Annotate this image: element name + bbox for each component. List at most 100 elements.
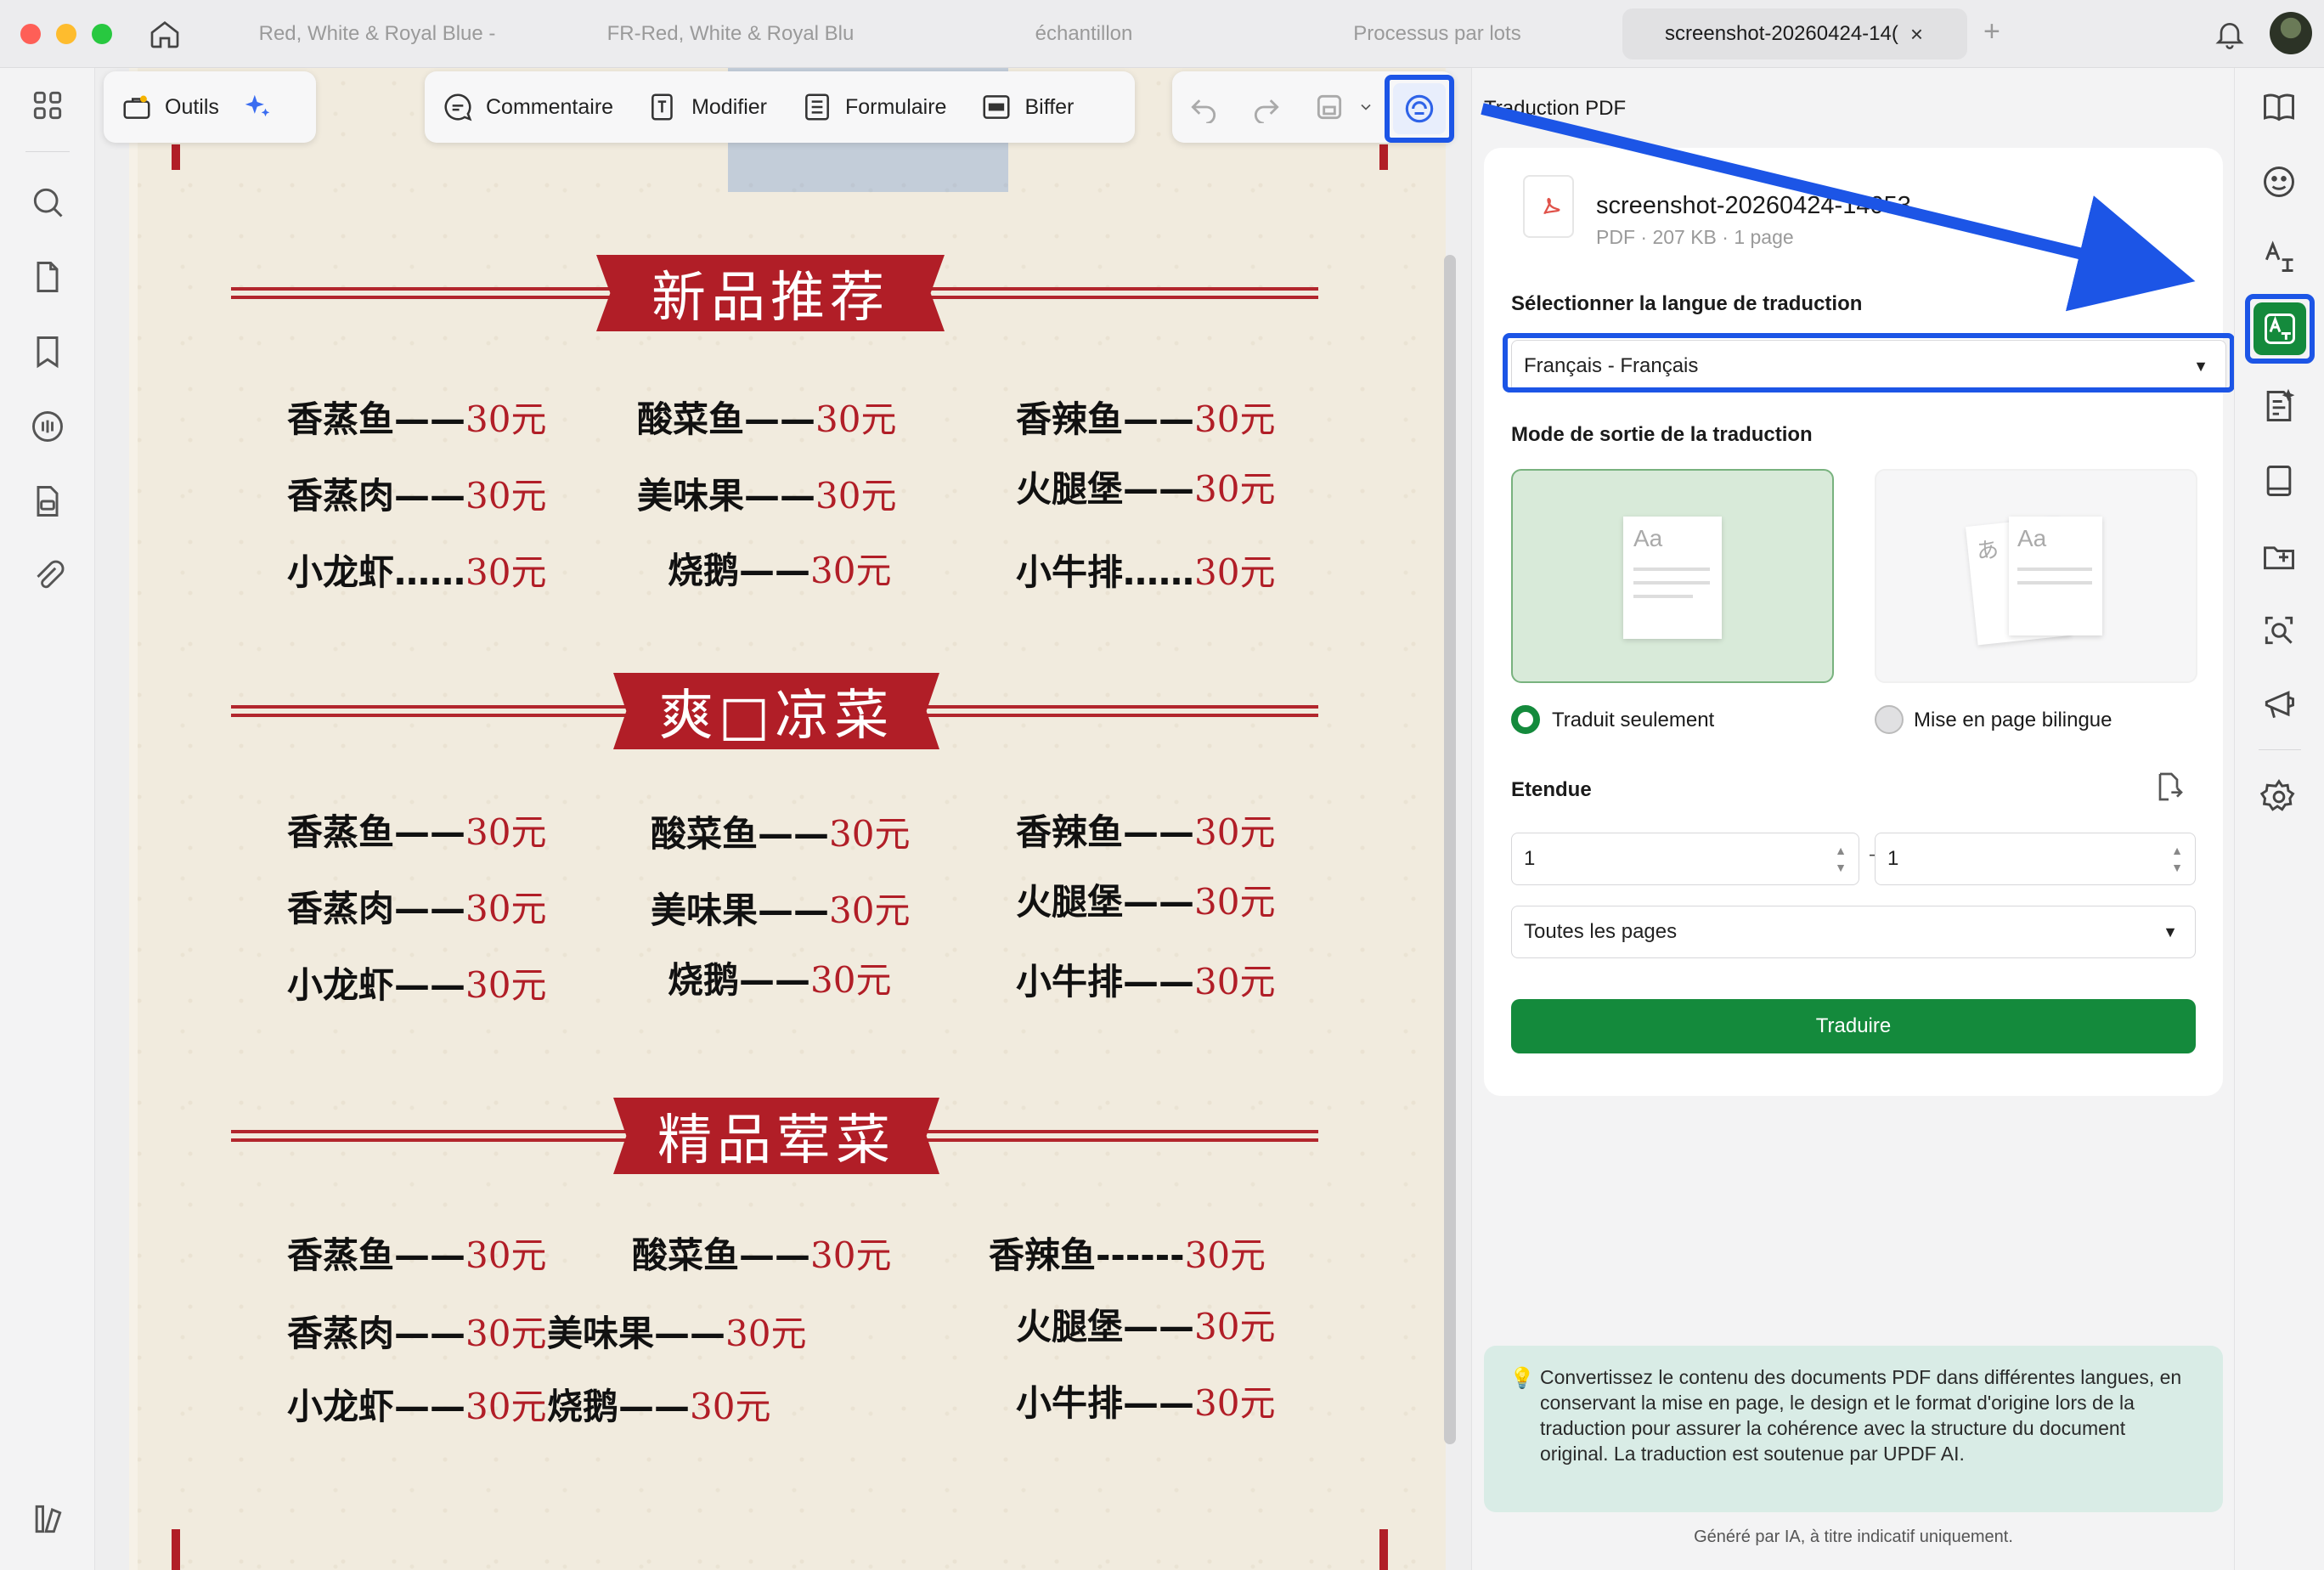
menu-item: 烧鹅——30元: [547, 1378, 770, 1430]
dish-price: 30元: [810, 959, 892, 1001]
search-icon[interactable]: [29, 184, 66, 221]
tab-processus-par-lots[interactable]: Processus par lots: [1267, 8, 1607, 59]
comment-icon: [444, 93, 472, 121]
tab-screenshot-active[interactable]: screenshot-20260424-14( ×: [1622, 8, 1967, 59]
language-label: Sélectionner la langue de traduction: [1511, 292, 1863, 315]
range-from-input[interactable]: 1 ▲ ▼: [1511, 833, 1859, 885]
grid-icon[interactable]: [29, 87, 66, 124]
close-tab-icon[interactable]: ×: [1910, 21, 1923, 48]
range-from-value: 1: [1524, 847, 1536, 870]
thumb-line: [1633, 568, 1710, 571]
document-viewer[interactable]: 新品推荐 香蒸鱼——30元 酸菜鱼——30元 香辣鱼——30元 香蒸肉——30元…: [95, 68, 1471, 1570]
pages-value: Toutes les pages: [1524, 920, 1678, 943]
form-icon: [805, 93, 829, 121]
edit-toolbar: Commentaire Modifier Formulaire Biffer: [425, 71, 1135, 143]
dish-price: 30元: [1194, 468, 1276, 510]
dish-name: 小龙虾——: [287, 1386, 466, 1427]
section-title-1: 新品推荐: [596, 255, 945, 331]
scan-search-icon[interactable]: [2260, 612, 2298, 649]
page-border-post: [172, 144, 180, 170]
form-fields-icon[interactable]: [29, 483, 66, 520]
translated-only-radio[interactable]: [1511, 705, 1540, 734]
range-to-stepper[interactable]: ▲ ▼: [2171, 842, 2183, 876]
redo-button[interactable]: [1235, 82, 1298, 133]
bookmark-icon[interactable]: [29, 333, 66, 370]
edit-label: Modifier: [691, 94, 767, 119]
pdf-page: 新品推荐 香蒸鱼——30元 酸菜鱼——30元 香辣鱼——30元 香蒸肉——30元…: [129, 68, 1446, 1570]
right-bar-divider: [2259, 749, 2301, 750]
new-tab-button[interactable]: +: [1983, 15, 2000, 48]
section-banner-1: 新品推荐: [231, 255, 1318, 331]
dish-price: 30元: [465, 1234, 547, 1276]
file-meta: PDF · 207 KB · 1 page: [1596, 226, 1794, 248]
settings-icon[interactable]: [2260, 778, 2298, 816]
range-label: Etendue: [1511, 778, 1592, 801]
dish-price: 30元: [1194, 398, 1276, 440]
dish-name: 小牛排——: [1016, 961, 1195, 1002]
file-name: screenshot-20260424-14053: [1596, 192, 1911, 219]
ai-chat-icon[interactable]: [2260, 163, 2298, 200]
layers-icon[interactable]: [29, 1500, 66, 1538]
mode-translated-only-card[interactable]: Aa: [1511, 469, 1834, 683]
form-button[interactable]: Formulaire: [784, 82, 963, 133]
ai-sparkle-button[interactable]: [236, 82, 279, 133]
dish-name: 香蒸肉——: [287, 475, 466, 517]
undo-button[interactable]: [1172, 82, 1235, 133]
pages-select[interactable]: Toutes les pages ▼: [1511, 906, 2196, 958]
translate-tool-button[interactable]: [2253, 302, 2306, 355]
book-icon[interactable]: [2260, 462, 2298, 500]
translate-button[interactable]: Traduire: [1511, 999, 2196, 1053]
avatar[interactable]: [2270, 12, 2312, 54]
scrollbar[interactable]: [1444, 255, 1456, 1444]
tab-fr-red-white-royal-blue[interactable]: FR-Red, White & Royal Blu: [561, 8, 900, 59]
dish-price: 30元: [815, 475, 897, 517]
minimize-window-button[interactable]: [56, 24, 76, 44]
range-from-stepper[interactable]: ▲ ▼: [1835, 842, 1847, 876]
range-to-input[interactable]: 1 ▲ ▼: [1875, 833, 2196, 885]
tab-echantillon[interactable]: échantillon: [914, 8, 1254, 59]
home-button[interactable]: [144, 14, 185, 54]
attachment-icon[interactable]: [29, 557, 66, 595]
menu-item: 烧鹅——30元: [668, 952, 891, 1003]
strike-button[interactable]: Biffer: [963, 82, 1091, 133]
close-window-button[interactable]: [20, 24, 41, 44]
tools-button[interactable]: Outils: [104, 82, 236, 133]
bilingual-radio[interactable]: [1875, 705, 1904, 734]
presentation-icon[interactable]: [2260, 686, 2298, 724]
dish-price: 30元: [465, 811, 547, 853]
folder-add-icon[interactable]: [2260, 537, 2298, 574]
comment-button[interactable]: Commentaire: [425, 82, 630, 133]
dish-price: 30元: [810, 1234, 892, 1276]
redact-icon: [983, 95, 1010, 119]
dish-name: 香辣鱼——: [1016, 398, 1195, 440]
menu-item: 香蒸肉——30元: [287, 880, 546, 932]
chevron-down-icon[interactable]: [1357, 99, 1374, 116]
dish-price: 30元: [465, 1386, 547, 1427]
dish-price: 30元: [1194, 811, 1276, 853]
output-mode-label: Mode de sortie de la traduction: [1511, 423, 1813, 446]
ocr-text-icon[interactable]: [2260, 238, 2298, 275]
menu-item: 烧鹅——30元: [668, 542, 891, 594]
section-banner-2: 爽□凉菜: [231, 673, 1318, 749]
summary-icon[interactable]: [2260, 387, 2298, 425]
page-border-post: [172, 1529, 180, 1570]
edit-button[interactable]: Modifier: [630, 82, 784, 133]
bell-icon[interactable]: [2213, 17, 2247, 51]
home-icon: [150, 20, 179, 48]
page-range-icon[interactable]: [2152, 770, 2186, 804]
menu-item: 香辣鱼------30元: [989, 1227, 1266, 1279]
save-button[interactable]: [1298, 82, 1379, 133]
thumb-aa: Aa: [2017, 525, 2047, 551]
tab-red-white-royal-blue[interactable]: Red, White & Royal Blue -: [207, 8, 547, 59]
mode-bilingual-card[interactable]: あ Aa: [1875, 469, 2197, 683]
menu-item: 美味果——30元: [651, 882, 910, 934]
tab-label: FR-Red, White & Royal Blu: [606, 22, 855, 45]
maximize-window-button[interactable]: [92, 24, 112, 44]
page-thumbnail-icon[interactable]: [29, 258, 66, 296]
toolbox-icon: [123, 95, 150, 119]
comment-list-icon[interactable]: [29, 408, 66, 445]
dish-name: 小牛排……: [1016, 551, 1195, 593]
reader-icon[interactable]: [2260, 88, 2298, 126]
panel-title: Traduction PDF: [1484, 97, 1627, 120]
title-bar: Red, White & Royal Blue - FR-Red, White …: [0, 0, 2324, 68]
